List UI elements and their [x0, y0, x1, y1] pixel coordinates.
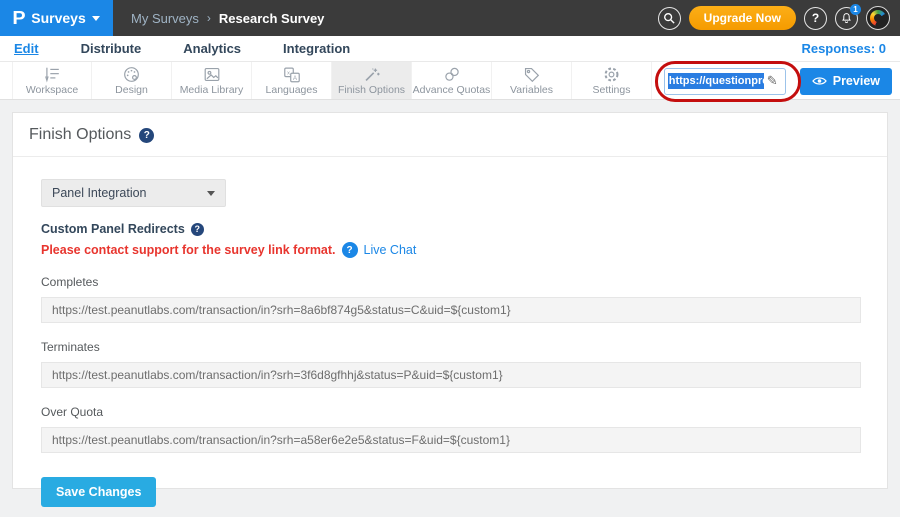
chain-link-icon: [442, 66, 462, 83]
support-note: Please contact support for the survey li…: [41, 243, 336, 257]
search-icon: [663, 12, 675, 24]
custom-panel-help-icon[interactable]: ?: [191, 223, 204, 236]
notification-badge: 1: [850, 4, 861, 15]
top-header: P Surveys My Surveys › Research Survey U…: [0, 0, 900, 36]
over-quota-field-group: Over Quota https://test.peanutlabs.com/t…: [41, 405, 859, 453]
tool-label: Media Library: [180, 84, 244, 96]
over-quota-label: Over Quota: [41, 405, 859, 419]
edit-url-pencil-icon[interactable]: ✎: [767, 73, 778, 89]
custom-panel-redirects-row: Custom Panel Redirects ?: [41, 222, 859, 236]
breadcrumb: My Surveys › Research Survey: [131, 11, 324, 26]
survey-url-selected-text: https://questionpro.com/t/A: [668, 73, 764, 89]
panel-integration-select[interactable]: Panel Integration: [41, 179, 226, 207]
completes-url-input[interactable]: https://test.peanutlabs.com/transaction/…: [41, 297, 861, 323]
terminates-label: Terminates: [41, 340, 859, 354]
questionpro-app: P Surveys My Surveys › Research Survey U…: [0, 0, 900, 517]
tool-label: Variables: [510, 84, 553, 96]
support-note-row: Please contact support for the survey li…: [41, 242, 859, 258]
breadcrumb-my-surveys[interactable]: My Surveys: [131, 11, 199, 26]
save-changes-button[interactable]: Save Changes: [41, 477, 156, 507]
panel-select-value: Panel Integration: [52, 186, 147, 200]
preview-button[interactable]: Preview: [800, 68, 892, 95]
tool-label: Workspace: [26, 84, 78, 96]
nav-tab-analytics[interactable]: Analytics: [183, 41, 241, 56]
translate-icon: x A: [282, 66, 302, 83]
avatar[interactable]: [866, 6, 890, 30]
tag-icon: [522, 66, 541, 83]
completes-label: Completes: [41, 275, 859, 289]
toolbar-right: https://questionpro.com/t/A ✎ Preview: [664, 62, 892, 100]
nav-tab-distribute[interactable]: Distribute: [81, 41, 142, 56]
tool-finish-options[interactable]: Finish Options: [332, 62, 412, 99]
responses-count[interactable]: Responses: 0: [801, 41, 886, 56]
content-area: Finish Options ? Panel Integration Custo…: [0, 100, 900, 501]
nav-tab-edit[interactable]: Edit: [14, 41, 39, 56]
svg-text:A: A: [293, 75, 297, 81]
tool-label: Languages: [266, 84, 318, 96]
tool-design[interactable]: Design: [92, 62, 172, 99]
palette-icon: [122, 66, 141, 83]
card-header: Finish Options ?: [13, 113, 887, 157]
preview-label: Preview: [833, 74, 880, 88]
eye-icon: [812, 76, 827, 86]
svg-text:x: x: [287, 70, 290, 76]
over-quota-url-input[interactable]: https://test.peanutlabs.com/transaction/…: [41, 427, 861, 453]
card-body: Panel Integration Custom Panel Redirects…: [13, 157, 887, 507]
terminates-url-input[interactable]: https://test.peanutlabs.com/transaction/…: [41, 362, 861, 388]
tool-languages[interactable]: x A Languages: [252, 62, 332, 99]
nav-tab-integration[interactable]: Integration: [283, 41, 350, 56]
terminates-field-group: Terminates https://test.peanutlabs.com/t…: [41, 340, 859, 388]
tool-variables[interactable]: Variables: [492, 62, 572, 99]
tool-media-library[interactable]: Media Library: [172, 62, 252, 99]
tool-settings[interactable]: Settings: [572, 62, 652, 99]
completes-field-group: Completes https://test.peanutlabs.com/tr…: [41, 275, 859, 323]
breadcrumb-separator: ›: [207, 11, 211, 25]
page-title: Finish Options: [29, 126, 131, 144]
live-chat-link[interactable]: Live Chat: [364, 243, 417, 257]
upgrade-now-button[interactable]: Upgrade Now: [689, 6, 796, 30]
survey-nav: Edit Distribute Analytics Integration Re…: [0, 36, 900, 62]
tool-label: Design: [115, 84, 148, 96]
gear-icon: [602, 66, 621, 83]
finish-options-card: Finish Options ? Panel Integration Custo…: [12, 112, 888, 489]
edit-toolbar: Workspace Design Media Library: [0, 62, 900, 100]
workspace-icon: [42, 66, 62, 83]
question-mark-icon: ?: [812, 11, 819, 25]
breadcrumb-survey-name: Research Survey: [219, 11, 325, 26]
tool-label: Finish Options: [338, 84, 405, 96]
live-chat-icon[interactable]: ?: [342, 242, 358, 258]
product-menu[interactable]: P Surveys: [0, 0, 113, 36]
tool-advance-quotas[interactable]: Advance Quotas: [412, 62, 492, 99]
section-title: Custom Panel Redirects: [41, 222, 185, 236]
search-button[interactable]: [658, 7, 681, 30]
tool-label: Settings: [593, 84, 631, 96]
help-button[interactable]: ?: [804, 7, 827, 30]
tool-label: Advance Quotas: [413, 84, 491, 96]
questionpro-logo: P: [13, 8, 26, 29]
survey-url-input[interactable]: https://questionpro.com/t/A ✎: [664, 68, 786, 95]
chevron-down-icon: [92, 16, 100, 21]
chevron-down-icon: [207, 191, 215, 196]
survey-url-wrap: https://questionpro.com/t/A ✎: [664, 68, 786, 95]
finish-options-help-icon[interactable]: ?: [139, 128, 154, 143]
notifications-button[interactable]: 1: [835, 7, 858, 30]
image-icon: [202, 66, 222, 83]
magic-wand-icon: [362, 66, 382, 83]
tool-workspace[interactable]: Workspace: [12, 62, 92, 99]
header-actions: Upgrade Now ? 1: [658, 6, 900, 30]
product-label: Surveys: [31, 10, 85, 26]
